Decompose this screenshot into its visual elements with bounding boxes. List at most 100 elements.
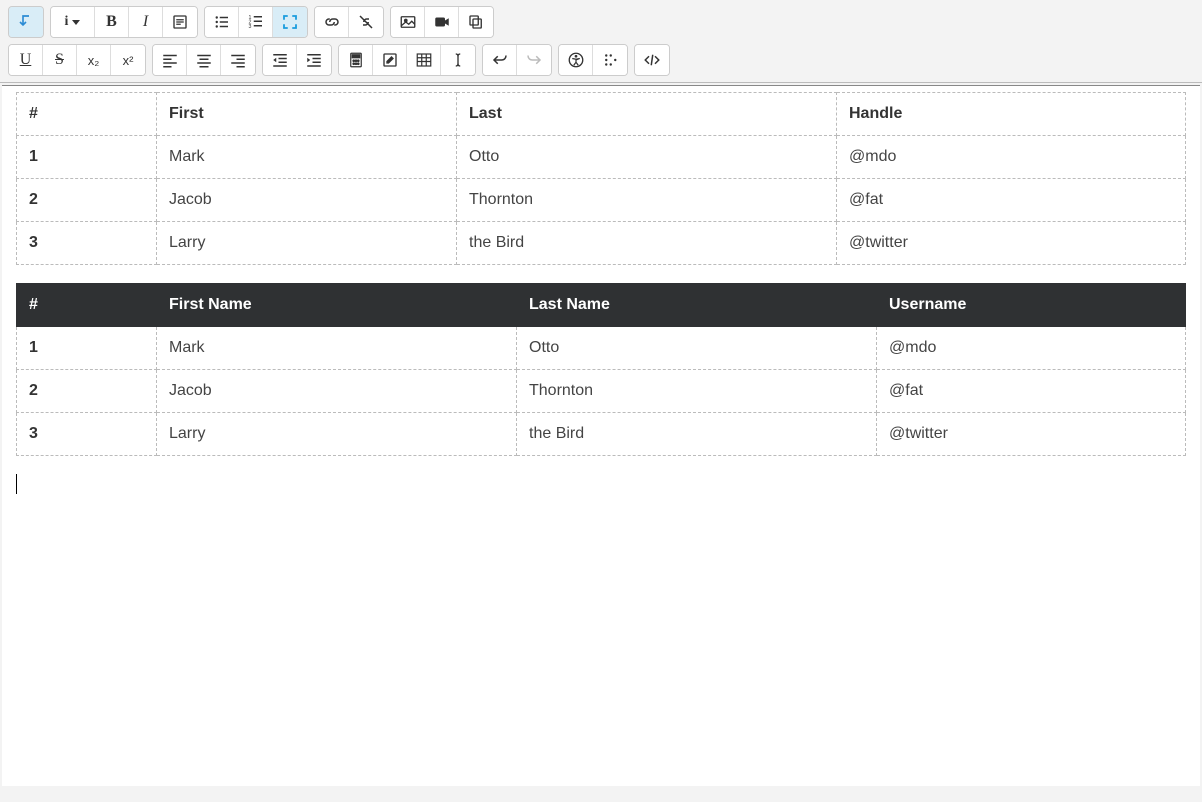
table-row: # First Last Handle [17,93,1186,136]
align-right-icon [229,51,247,69]
text-cursor-icon [449,51,467,69]
col-header-num[interactable]: # [17,93,157,136]
table-row: 3 Larry the Bird @twitter [17,222,1186,265]
accessibility-icon [567,51,585,69]
chevron-down-icon [72,20,80,25]
svg-text:3: 3 [248,24,251,30]
cell-first[interactable]: Larry [157,413,517,456]
insert-video-button[interactable] [425,7,459,37]
outdent-button[interactable] [263,45,297,75]
col-header-num[interactable]: # [17,284,157,327]
toolbar-row-1: i B I 123 [8,6,1194,38]
cell-num[interactable]: 1 [17,136,157,179]
col-header-username[interactable]: Username [877,284,1186,327]
fullscreen-icon [281,13,299,31]
editor-area[interactable]: # First Last Handle 1 Mark Otto @mdo 2 J… [2,85,1200,786]
col-header-last[interactable]: Last [457,93,837,136]
col-header-handle[interactable]: Handle [837,93,1186,136]
cell-user[interactable]: @twitter [877,413,1186,456]
special-chars-icon [171,13,189,31]
cell-num[interactable]: 2 [17,179,157,222]
edit-button[interactable] [373,45,407,75]
cell-last[interactable]: Thornton [457,179,837,222]
cell-user[interactable]: @fat [877,370,1186,413]
grid-button[interactable] [593,45,627,75]
cell-last[interactable]: Otto [517,327,877,370]
cell-last[interactable]: Otto [457,136,837,179]
table-icon [415,51,433,69]
copy-button[interactable] [459,7,493,37]
cell-last[interactable]: the Bird [457,222,837,265]
cell-handle[interactable]: @mdo [837,136,1186,179]
pencil-square-icon [381,51,399,69]
cursor-button[interactable] [441,45,475,75]
braille-icon [601,51,619,69]
undo-icon [491,51,509,69]
link-icon [323,13,341,31]
cell-first[interactable]: Jacob [157,179,457,222]
cell-handle[interactable]: @fat [837,179,1186,222]
cell-num[interactable]: 2 [17,370,157,413]
table-basic[interactable]: # First Last Handle 1 Mark Otto @mdo 2 J… [16,92,1186,265]
outdent-icon [271,51,289,69]
table-row: 3 Larry the Bird @twitter [17,413,1186,456]
col-header-lastname[interactable]: Last Name [517,284,877,327]
cell-first[interactable]: Jacob [157,370,517,413]
unlink-icon [357,13,375,31]
ul-icon [213,13,231,31]
align-right-button[interactable] [221,45,255,75]
strikethrough-button[interactable]: S [43,45,77,75]
subscript-button[interactable]: x₂ [77,45,111,75]
cell-first[interactable]: Mark [157,327,517,370]
col-header-firstname[interactable]: First Name [157,284,517,327]
ordered-list-button[interactable]: 123 [239,7,273,37]
undo-button[interactable] [483,45,517,75]
source-code-button[interactable] [635,45,669,75]
toolbar-row-2: U S x₂ x² [8,44,1194,76]
insert-link-button[interactable] [315,7,349,37]
align-center-button[interactable] [187,45,221,75]
redo-button[interactable] [517,45,551,75]
cell-handle[interactable]: @twitter [837,222,1186,265]
cell-first[interactable]: Larry [157,222,457,265]
image-icon [399,13,417,31]
paragraph-format-dropdown[interactable]: i [51,7,95,37]
indent-button[interactable] [297,45,331,75]
format-label: i [65,14,69,30]
calculator-icon [347,51,365,69]
table-row: 2 Jacob Thornton @fat [17,179,1186,222]
cell-user[interactable]: @mdo [877,327,1186,370]
remove-link-button[interactable] [349,7,383,37]
math-button[interactable] [339,45,373,75]
special-chars-button[interactable] [163,7,197,37]
insert-image-button[interactable] [391,7,425,37]
unordered-list-button[interactable] [205,7,239,37]
indent-icon [305,51,323,69]
italic-button[interactable]: I [129,7,163,37]
cell-first[interactable]: Mark [157,136,457,179]
accessibility-button[interactable] [559,45,593,75]
text-cursor [16,474,17,494]
superscript-button[interactable]: x² [111,45,145,75]
cell-last[interactable]: the Bird [517,413,877,456]
cell-num[interactable]: 1 [17,327,157,370]
col-header-first[interactable]: First [157,93,457,136]
code-icon [643,51,661,69]
align-left-icon [161,51,179,69]
align-left-button[interactable] [153,45,187,75]
table-row: # First Name Last Name Username [17,284,1186,327]
insert-table-button[interactable] [407,45,441,75]
editor-toolbar: i B I 123 [0,0,1202,83]
copy-icon [467,13,485,31]
cell-num[interactable]: 3 [17,222,157,265]
bold-button[interactable]: B [95,7,129,37]
underline-button[interactable]: U [9,45,43,75]
video-icon [433,13,451,31]
table-dark-header[interactable]: # First Name Last Name Username 1 Mark O… [16,283,1186,456]
ol-icon: 123 [247,13,265,31]
cell-last[interactable]: Thornton [517,370,877,413]
cell-num[interactable]: 3 [17,413,157,456]
fullscreen-button[interactable] [273,7,307,37]
toggle-toolbar-button[interactable] [9,7,43,37]
table-row: 1 Mark Otto @mdo [17,136,1186,179]
